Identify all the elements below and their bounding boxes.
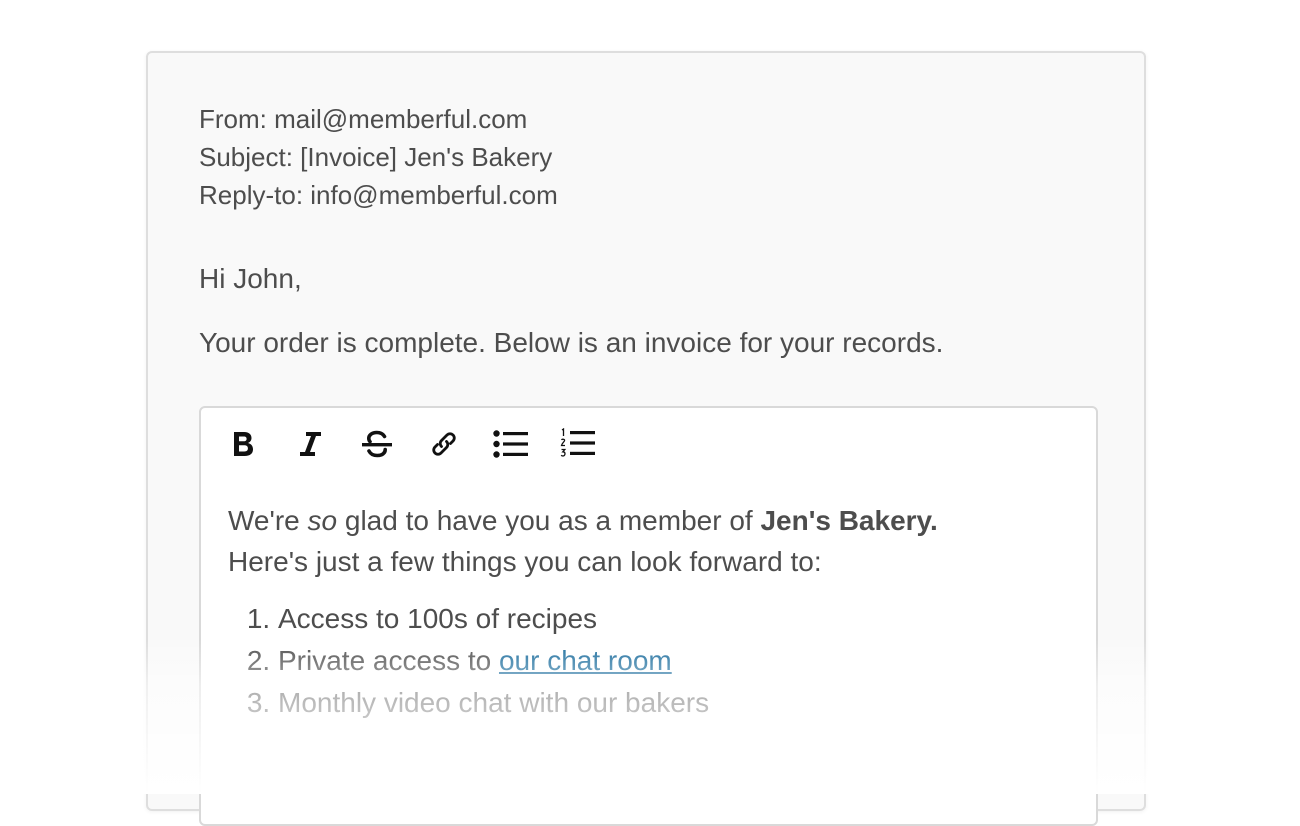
bakery-name: Jen's Bakery. — [760, 505, 938, 536]
chat-room-link[interactable]: our chat room — [499, 645, 672, 676]
email-headers: From: mail@memberful.com Subject: [Invoi… — [199, 100, 558, 214]
subject-line: Subject: [Invoice] Jen's Bakery — [199, 142, 553, 172]
rich-text-editor[interactable]: We're so glad to have you as a member of… — [199, 406, 1098, 826]
strikethrough-icon — [362, 430, 392, 458]
welcome-line: We're so glad to have you as a member of… — [228, 500, 1068, 541]
editor-toolbar — [225, 426, 627, 462]
link-button[interactable] — [426, 426, 462, 462]
from-line: From: mail@memberful.com — [199, 104, 528, 134]
italic-icon — [300, 432, 321, 456]
editor-content[interactable]: We're so glad to have you as a member of… — [228, 500, 1068, 724]
bullet-list-icon — [493, 430, 528, 458]
link-icon — [432, 432, 456, 456]
list-item: Access to 100s of recipes — [278, 598, 1068, 640]
list-item: Monthly video chat with our bakers — [278, 682, 1068, 724]
welcome-middle: glad to have you as a member of — [337, 505, 761, 536]
lookforward-line: Here's just a few things you can look fo… — [228, 546, 822, 577]
strikethrough-button[interactable] — [359, 426, 395, 462]
greeting-text: Hi John, — [199, 263, 302, 294]
emphasis-text: so — [307, 505, 338, 536]
numbered-list-button[interactable] — [560, 426, 596, 462]
bullet-list-button[interactable] — [493, 426, 529, 462]
list-item: Private access to our chat room — [278, 640, 1068, 682]
bold-icon — [234, 432, 253, 456]
bold-button[interactable] — [225, 426, 261, 462]
numbered-list-icon — [560, 428, 595, 457]
intro-text: Your order is complete. Below is an invo… — [199, 327, 944, 358]
benefits-list: Access to 100s of recipes Private access… — [228, 598, 1068, 724]
email-preview-card: From: mail@memberful.com Subject: [Invoi… — [146, 51, 1146, 826]
reply-to-line: Reply-to: info@memberful.com — [199, 180, 558, 210]
welcome-prefix: We're — [228, 505, 308, 536]
italic-button[interactable] — [292, 426, 328, 462]
